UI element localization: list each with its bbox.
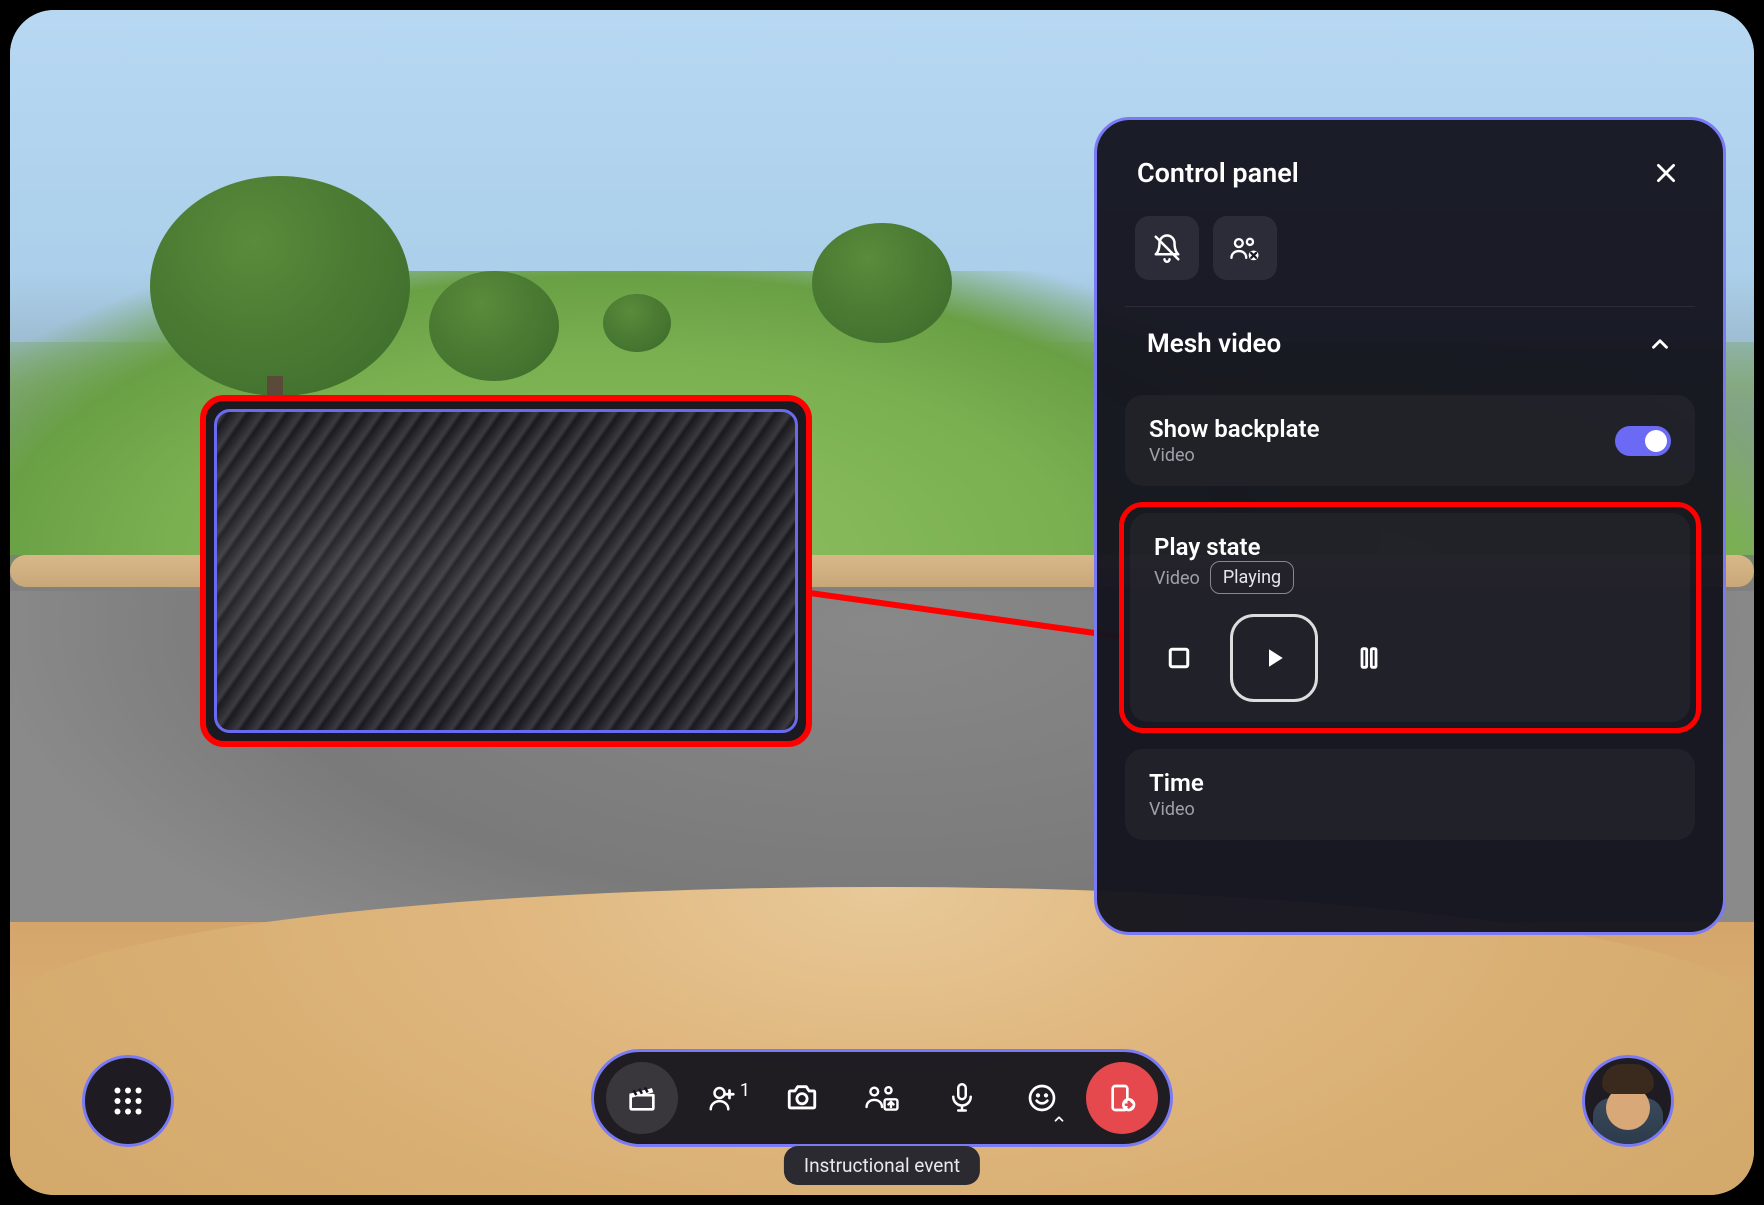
pause-icon [1355,643,1383,673]
backplate-sub: Video [1149,445,1319,466]
clapper-icon [625,1081,659,1115]
people-count: 1 [740,1080,750,1101]
grid-icon [110,1083,146,1119]
playstate-label: Play state [1154,533,1666,561]
avatar-button[interactable] [1582,1055,1674,1147]
section-title: Mesh video [1147,329,1281,359]
camera-icon [785,1081,819,1115]
leave-button[interactable] [1086,1062,1158,1134]
chevron-up-icon [1647,331,1673,357]
tree-graphic [429,271,559,381]
pause-button[interactable] [1344,633,1394,683]
tree-graphic [150,176,410,396]
smile-icon [1026,1082,1058,1114]
play-button[interactable] [1230,614,1318,702]
close-icon [1653,160,1679,186]
playstate-sub: Video [1154,568,1200,589]
playstate-card: Play state Video Playing [1130,513,1690,722]
close-button[interactable] [1649,156,1683,190]
video-screen-highlight[interactable] [200,395,812,747]
people-share-icon [864,1082,900,1114]
mic-button[interactable] [926,1062,998,1134]
emoji-button[interactable] [1006,1062,1078,1134]
participants-button[interactable] [1213,216,1277,280]
play-icon [1259,643,1289,673]
backplate-toggle[interactable] [1615,426,1671,456]
leave-icon [1106,1082,1138,1114]
people-button[interactable]: 1 [686,1062,758,1134]
people-mute-icon [1229,233,1261,263]
event-caption: Instructional event [784,1146,980,1185]
panel-title: Control panel [1137,157,1299,189]
person-icon [707,1083,737,1113]
bell-icon [1152,233,1182,263]
stop-button[interactable] [1154,633,1204,683]
time-card: Time Video [1125,749,1695,840]
tree-graphic [812,223,952,343]
clapper-button[interactable] [606,1062,678,1134]
bottom-dock: 1 [591,1049,1173,1147]
mic-icon [947,1081,977,1115]
section-header-mesh-video[interactable]: Mesh video [1143,325,1677,367]
playstate-status-chip: Playing [1210,561,1294,594]
camera-button[interactable] [766,1062,838,1134]
tree-graphic [603,294,671,352]
control-panel: Control panel Mesh video Show backplate [1094,117,1726,935]
playstate-highlight: Play state Video Playing [1119,502,1701,733]
video-texture [214,409,798,733]
stop-icon [1164,643,1194,673]
mesh-3d-viewport[interactable]: Control panel Mesh video Show backplate [10,10,1754,1195]
apps-grid-button[interactable] [82,1055,174,1147]
notify-button[interactable] [1135,216,1199,280]
share-screen-button[interactable] [846,1062,918,1134]
backplate-label: Show backplate [1149,415,1319,443]
time-label: Time [1149,769,1671,797]
avatar-hair [1602,1064,1654,1094]
chevron-up-icon [1052,1112,1066,1126]
time-sub: Video [1149,799,1671,820]
backplate-card: Show backplate Video [1125,395,1695,486]
